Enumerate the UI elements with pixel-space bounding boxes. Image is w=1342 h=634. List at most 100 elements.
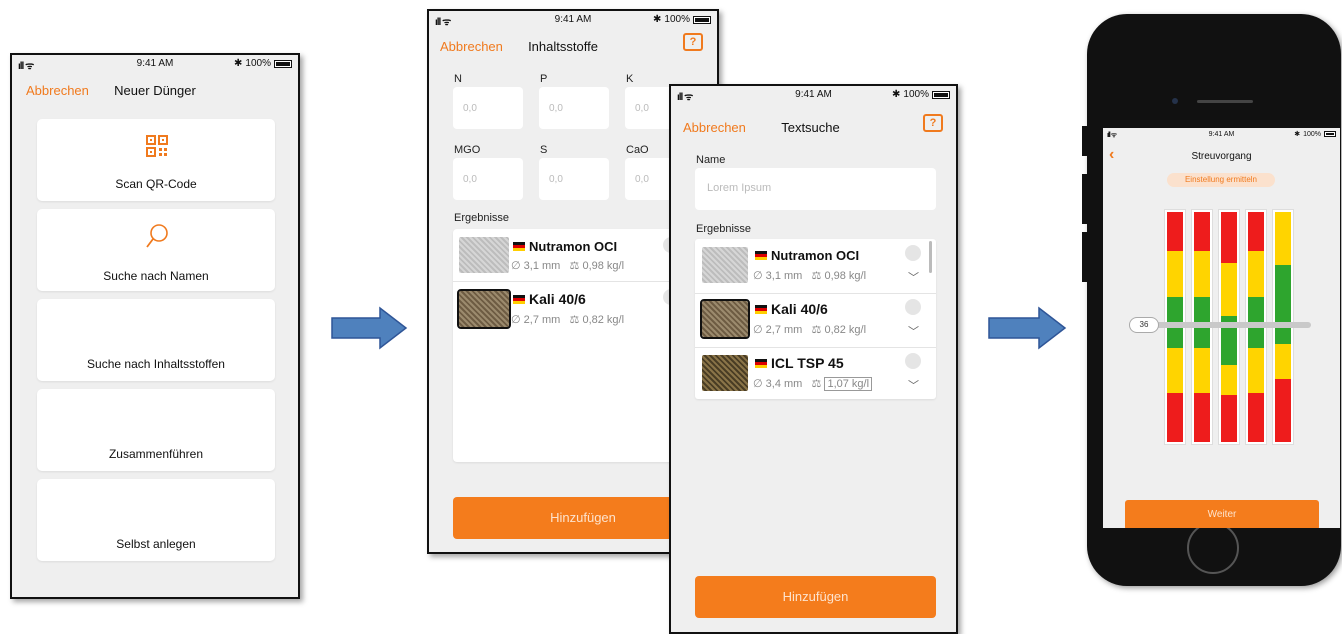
status-bar: ıll ᯤ 9:41 AM ✱ 100% — [12, 55, 298, 73]
bar-segment-yellow — [1221, 263, 1237, 317]
bar-segment-red — [1194, 392, 1210, 442]
battery-indicator: ✱ 100% — [653, 14, 711, 25]
chevron-down-icon[interactable]: ﹀ — [908, 269, 919, 285]
menu-label: Zusammenführen — [108, 447, 204, 461]
battery-icon — [932, 90, 950, 99]
product-density: 0,82 kg/l — [824, 324, 867, 336]
bar-segment-yellow — [1275, 343, 1291, 380]
bar-segment-yellow — [1167, 251, 1183, 297]
nav-bar: Abbrechen Inhaltsstoffe — [429, 39, 717, 67]
screen-textsuche: ıll ᯤ 9:41 AM ✱ 100% Abbrechen Textsuche… — [669, 84, 958, 634]
page-title: Streuvorgang — [1191, 151, 1252, 162]
product-thumbnail — [700, 299, 750, 339]
qr-code-icon — [146, 135, 168, 157]
product-thumbnail — [457, 289, 511, 329]
add-button[interactable]: Hinzufügen — [695, 576, 936, 618]
chevron-down-icon[interactable]: ﹀ — [908, 323, 919, 339]
battery-icon — [1324, 131, 1336, 137]
chevron-down-icon[interactable]: ﹀ — [908, 377, 919, 393]
flag-de-icon — [513, 242, 525, 251]
density-icon: ⚖ — [569, 314, 580, 326]
phone-screen: ıll ᯤ 9:41 AM ✱ 100% ‹ Streuvorgang Eins… — [1103, 128, 1340, 528]
nutrient-input-p[interactable]: 0,0 — [539, 87, 609, 129]
density-icon: ⚖ — [811, 270, 822, 282]
menu-search-name[interactable]: Suche nach Namen — [37, 209, 275, 291]
product-diameter: 2,7 mm — [765, 324, 803, 336]
density-icon: ⚖ — [811, 324, 822, 336]
product-density: 0,98 kg/l — [824, 270, 867, 282]
right-arrow-icon — [988, 306, 1067, 350]
nutrient-input-mgo[interactable]: 0,0 — [453, 158, 523, 200]
magnifier-icon — [146, 224, 168, 248]
side-button — [1082, 174, 1087, 224]
field-label: CaO — [626, 144, 649, 156]
side-button — [1082, 232, 1087, 282]
bar-segment-green — [1275, 265, 1291, 344]
bar-segment-red — [1248, 212, 1264, 252]
product-meta: ∅ 3,1 mm ⚖ 0,98 kg/l — [753, 269, 866, 282]
nutrient-input-s[interactable]: 0,0 — [539, 158, 609, 200]
status-bar: ıll ᯤ 9:41 AM ✱ 100% — [429, 11, 717, 29]
battery-indicator: ✱ 100% — [234, 58, 292, 69]
select-radio[interactable] — [905, 353, 921, 369]
bar-segment-red — [1167, 212, 1183, 252]
menu-merge[interactable]: Zusammenführen — [37, 389, 275, 471]
product-meta: ∅ 3,1 mm ⚖ 0,98 kg/l — [511, 259, 624, 272]
results-label: Ergebnisse — [696, 223, 752, 235]
home-button[interactable] — [1187, 522, 1239, 574]
menu-scan-qr[interactable]: Scan QR-Code — [37, 119, 275, 201]
field-label: P — [540, 73, 548, 85]
side-button — [1082, 126, 1087, 156]
menu-create[interactable]: Selbst anlegen — [37, 479, 275, 561]
help-chat-icon[interactable]: ? — [923, 114, 943, 132]
bar-segment-yellow — [1221, 365, 1237, 395]
bar-segment-red — [1167, 392, 1183, 442]
diameter-icon: ∅ — [753, 270, 763, 282]
product-name: Kali 40/6 — [529, 291, 586, 307]
density-icon: ⚖ — [811, 378, 822, 390]
flag-de-icon — [513, 295, 525, 304]
battery-percent: 100% — [245, 58, 271, 69]
product-diameter: 2,7 mm — [523, 314, 561, 326]
density-input[interactable]: 1,07 kg/l — [824, 377, 873, 391]
status-bar: ıll ᯤ 9:41 AM ✱ 100% — [1103, 128, 1340, 146]
battery-icon — [693, 15, 711, 24]
next-button[interactable]: Weiter — [1125, 500, 1319, 528]
row-divider — [695, 293, 936, 294]
menu-search-ingredients[interactable]: Suche nach Inhaltsstoffen — [37, 299, 275, 381]
battery-percent: 100% — [1303, 130, 1321, 138]
screen-neuer-duenger: ıll ᯤ 9:41 AM ✱ 100% Abbrechen Neuer Dün… — [10, 53, 300, 599]
product-density: 0,98 kg/l — [582, 260, 625, 272]
bar-segment-yellow — [1275, 212, 1291, 266]
scrollbar[interactable] — [929, 241, 932, 273]
nutrient-input-n[interactable]: 0,0 — [453, 87, 523, 129]
battery-percent: 100% — [903, 89, 929, 100]
menu-label: Selbst anlegen — [116, 537, 196, 551]
battery-icon — [274, 59, 292, 68]
diameter-icon: ∅ — [511, 260, 521, 272]
product-thumbnail — [702, 355, 748, 391]
product-diameter: 3,1 mm — [765, 270, 803, 282]
select-radio[interactable] — [905, 245, 921, 261]
page-title: Inhaltsstoffe — [528, 39, 598, 54]
diameter-icon: ∅ — [753, 324, 763, 336]
bar-segment-red — [1221, 394, 1237, 442]
product-thumbnail — [459, 237, 509, 273]
page-title: Textsuche — [781, 120, 840, 135]
name-label: Name — [696, 154, 726, 166]
bar-segment-red — [1194, 212, 1210, 252]
bar-segment-red — [1275, 379, 1291, 442]
bar-segment-yellow — [1248, 251, 1264, 297]
slider-value[interactable]: 36 — [1129, 317, 1159, 333]
help-chat-icon[interactable]: ? — [683, 33, 703, 51]
front-camera — [1172, 98, 1178, 104]
battery-percent: 100% — [664, 14, 690, 25]
product-diameter: 3,1 mm — [523, 260, 561, 272]
results-list: Nutramon OCI ∅ 3,1 mm ⚖ 0,98 kg/l ﹀ Kali… — [695, 239, 936, 399]
select-radio[interactable] — [905, 299, 921, 315]
field-label: MGO — [454, 144, 481, 156]
nav-bar: Abbrechen Textsuche — [671, 120, 956, 148]
results-label: Ergebnisse — [454, 212, 510, 224]
page-title: Neuer Dünger — [114, 83, 196, 98]
name-search-input[interactable]: Lorem Ipsum — [695, 168, 936, 210]
